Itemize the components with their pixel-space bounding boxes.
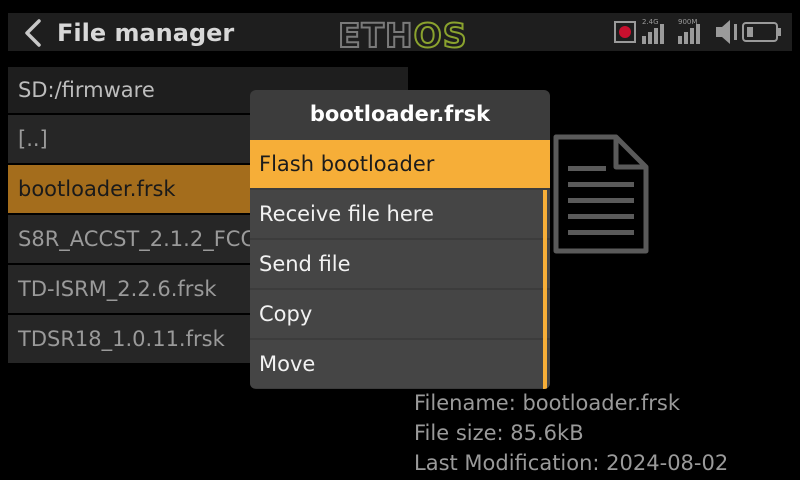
menu-item-move[interactable]: Move (250, 340, 550, 388)
document-icon (553, 134, 649, 254)
ethos-logo: ETHOS (337, 15, 468, 56)
info-modified: Last Modification: 2024-08-02 (414, 451, 729, 475)
battery-icon (742, 22, 781, 42)
signal-900m-icon: 900M (678, 18, 700, 44)
volume-icon (716, 20, 737, 44)
menu-item-copy[interactable]: Copy (250, 290, 550, 338)
rx2-label: 900M (678, 18, 697, 26)
rx1-label: 2.4G (642, 18, 659, 26)
signal-2-4g-icon: 2.4G (642, 18, 664, 44)
menu-item-receive-file[interactable]: Receive file here (250, 190, 550, 238)
page-title: File manager (57, 19, 235, 47)
back-arrow-icon[interactable] (20, 18, 46, 48)
dialog-title: bootloader.frsk (309, 102, 491, 126)
dialog-menu: Flash bootloader Receive file here Send … (250, 140, 550, 389)
dialog-scrollbar[interactable] (543, 190, 547, 389)
logo-accent-text: OS (413, 15, 468, 56)
logo-main-text: ETH (337, 15, 414, 56)
info-filename: Filename: bootloader.frsk (414, 391, 681, 415)
record-icon (614, 21, 636, 43)
menu-item-flash-bootloader[interactable]: Flash bootloader (250, 140, 550, 188)
file-action-dialog: bootloader.frsk Flash bootloader Receive… (250, 90, 550, 389)
file-info: Filename: bootloader.frsk File size: 85.… (414, 388, 728, 478)
status-icons: 2.4G 900M (614, 18, 781, 44)
menu-item-send-file[interactable]: Send file (250, 240, 550, 288)
info-filesize: File size: 85.6kB (414, 421, 584, 445)
